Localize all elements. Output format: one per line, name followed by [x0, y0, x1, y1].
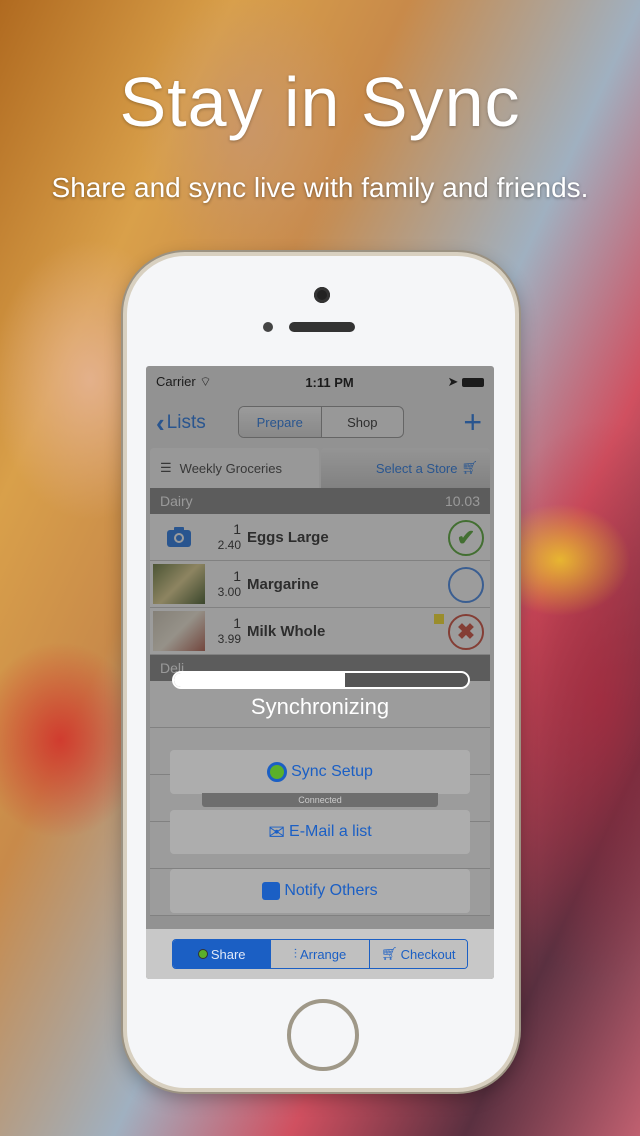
email-list-button[interactable]: ✉ E-Mail a list	[170, 810, 470, 854]
app-screen: Carrier ⌔ 1:11 PM ➤ ‹ Lists Prepare Shop…	[146, 366, 494, 979]
sync-setup-button[interactable]: Sync Setup	[170, 750, 470, 794]
sync-icon	[267, 762, 288, 782]
notify-icon	[262, 882, 281, 900]
tab-share[interactable]: Share	[173, 940, 272, 968]
proximity-sensor	[263, 322, 273, 332]
tab-arrange[interactable]: ⫶ Arrange	[271, 940, 370, 968]
tab-checkout[interactable]: 🛒︎ Checkout	[369, 940, 467, 968]
email-icon: ✉	[268, 821, 286, 844]
sync-status-label: Synchronizing	[250, 694, 390, 719]
promo-headline: Stay in Sync	[119, 63, 521, 141]
sync-progress-bar	[172, 671, 470, 689]
front-camera	[314, 287, 330, 303]
home-button[interactable]	[287, 999, 359, 1071]
notify-others-button[interactable]: Notify Others	[170, 869, 470, 913]
arrange-icon: ⫶	[293, 946, 297, 961]
bottom-toolbar: Share ⫶ Arrange 🛒︎ Checkout	[146, 929, 494, 979]
earpiece-speaker	[289, 322, 355, 332]
bottom-segmented-control: Share ⫶ Arrange 🛒︎ Checkout	[172, 939, 468, 969]
promo-subline: Share and sync live with family and frie…	[51, 172, 589, 203]
connection-status: Connected	[202, 793, 438, 807]
progress-fill	[174, 673, 345, 687]
checkout-cart-icon: 🛒︎	[381, 946, 398, 961]
status-dot-icon	[197, 949, 208, 959]
